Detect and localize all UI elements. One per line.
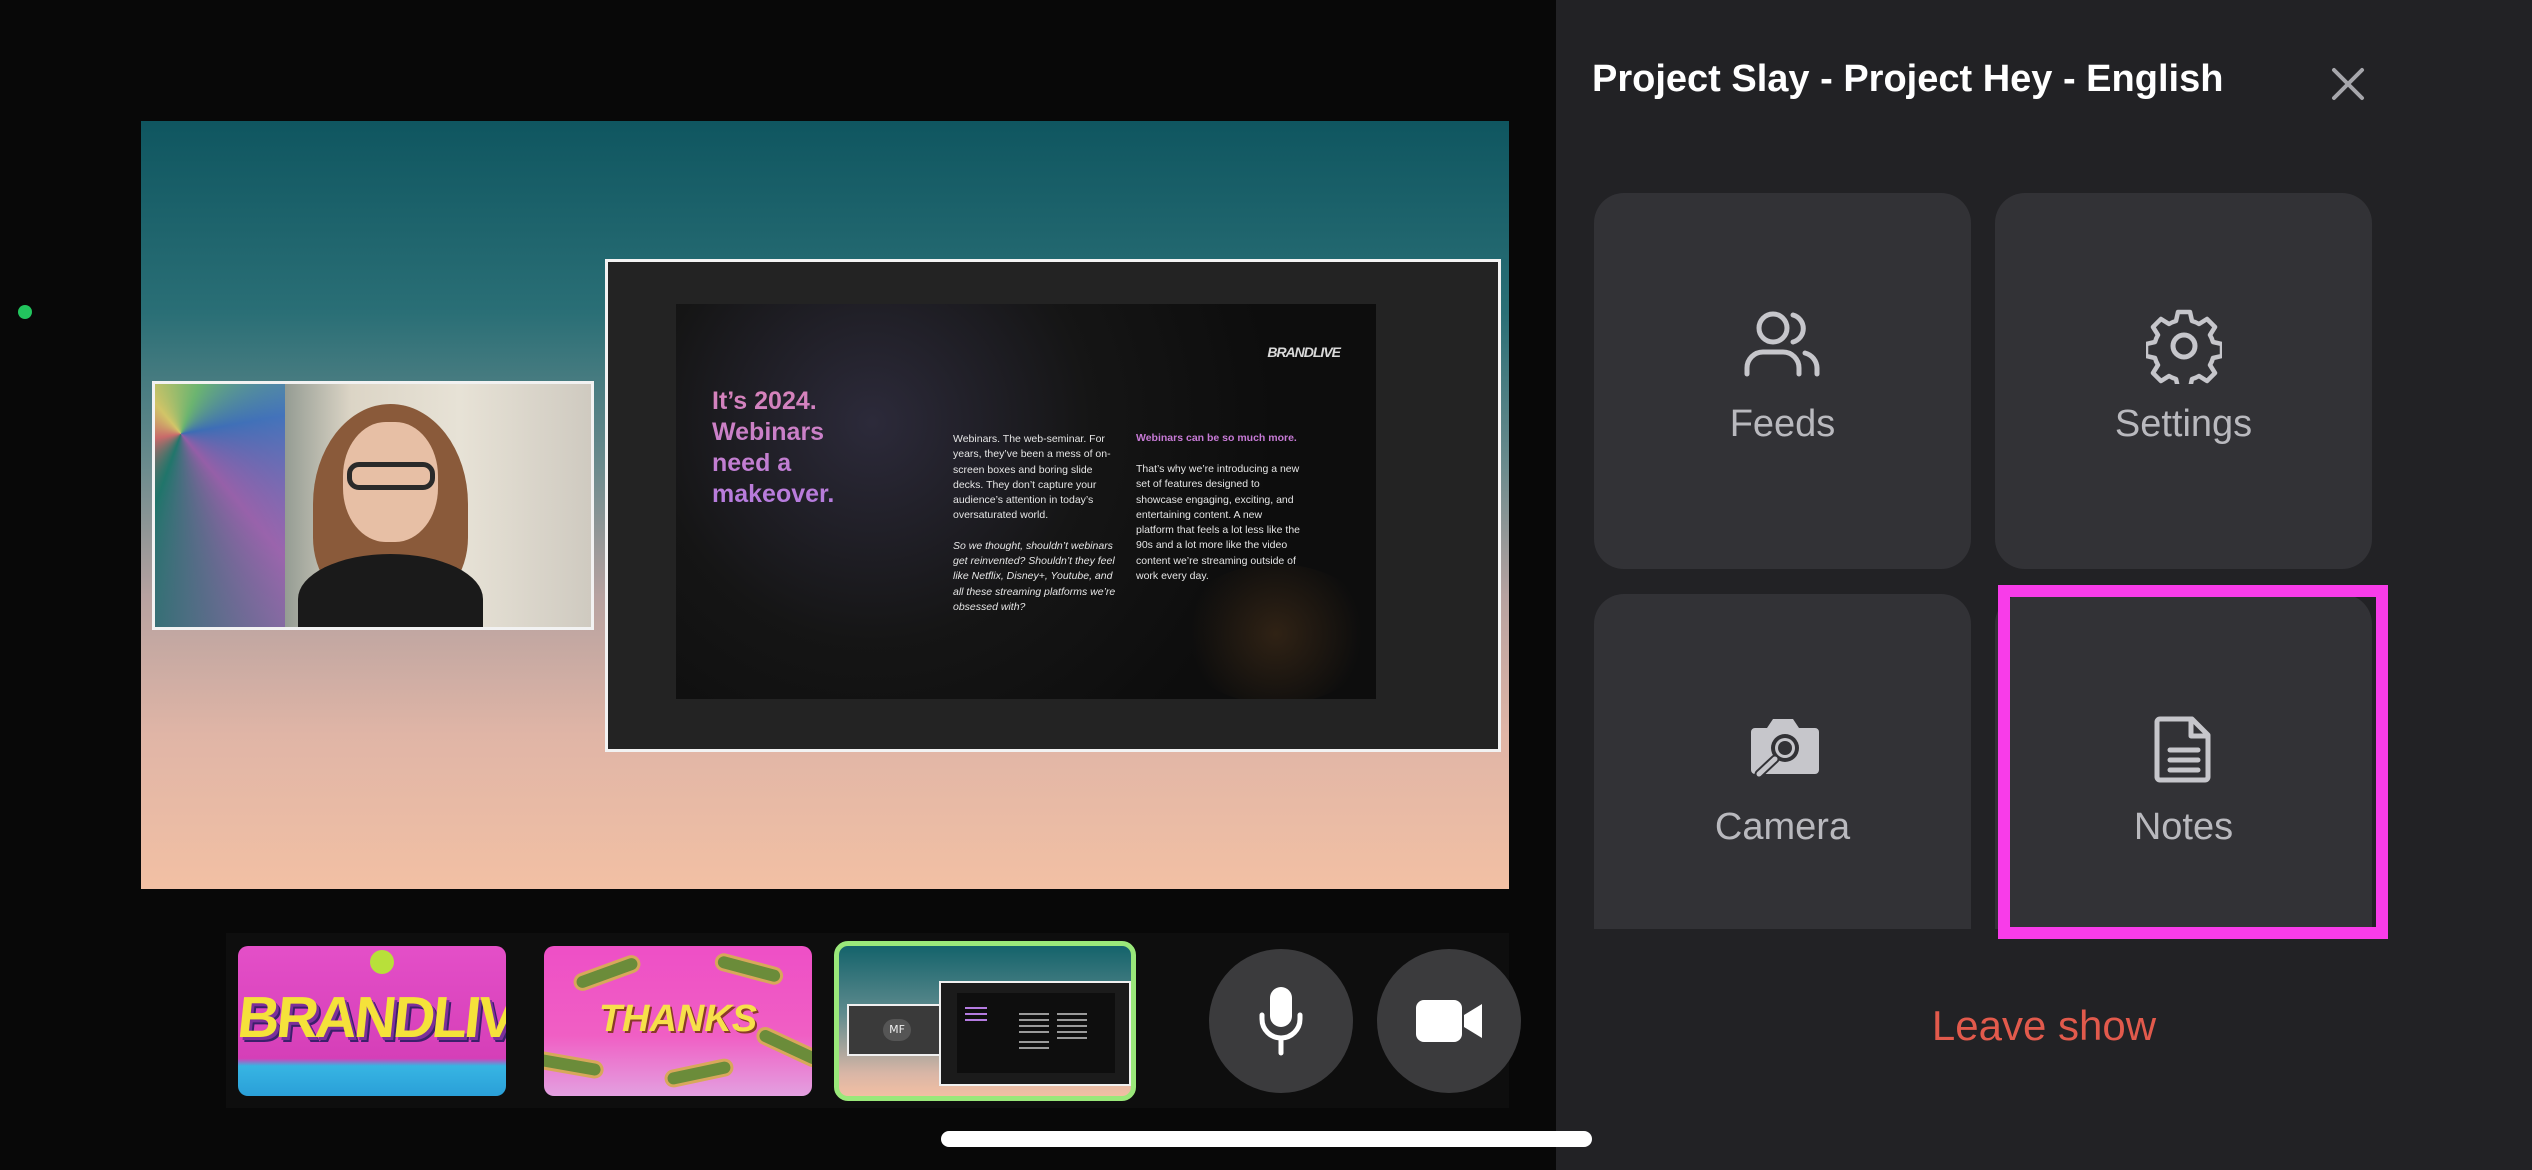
microphone-icon <box>1259 987 1303 1056</box>
slide-subheading: Webinars can be so much more. <box>1136 432 1297 444</box>
stage-preview: BRANDLIVE It’s 2024. Webinars need a mak… <box>141 121 1509 889</box>
tile-label: Settings <box>2114 403 2253 445</box>
avatar-initials: MF <box>883 1019 911 1041</box>
skateboard-icon <box>662 1056 736 1090</box>
camera-button[interactable]: Camera <box>1594 594 1971 929</box>
slide-headline: It’s 2024. Webinars need a makeover. <box>712 386 872 510</box>
close-button[interactable] <box>2326 62 2370 106</box>
app-root: BRANDLIVE It’s 2024. Webinars need a mak… <box>0 0 2532 1170</box>
skateboard-icon <box>712 951 786 987</box>
notes-button[interactable]: Notes <box>1995 594 2372 929</box>
leave-show-button[interactable]: Leave show <box>1556 1002 2532 1050</box>
slide-body-left: Webinars. The web-seminar. For years, th… <box>953 432 1118 630</box>
microphone-toggle-button[interactable] <box>1209 949 1353 1093</box>
camera-feed-tile[interactable] <box>152 381 594 630</box>
tile-label: Feeds <box>1729 403 1836 445</box>
tile-label: Notes <box>2133 806 2234 848</box>
slide-body-right: That’s why we’re introducing a new set o… <box>1136 463 1300 583</box>
scene-thumb-thanks[interactable]: THANKS <box>544 946 812 1096</box>
mini-slide-tile <box>939 981 1131 1086</box>
users-icon <box>1744 311 1819 377</box>
home-indicator[interactable] <box>941 1131 1592 1147</box>
panel-title: Project Slay - Project Hey - English <box>1592 58 2224 100</box>
shared-slide-tile[interactable]: BRANDLIVE It’s 2024. Webinars need a mak… <box>605 259 1501 752</box>
gear-icon <box>2145 309 2222 384</box>
slide-logo: BRANDLIVE <box>1267 344 1341 360</box>
feeds-button[interactable]: Feeds <box>1594 193 1971 569</box>
tile-label: Camera <box>1714 806 1851 848</box>
skateboard-icon <box>544 1050 606 1080</box>
video-camera-icon <box>1416 1000 1482 1042</box>
mini-camera-tile: MF <box>847 1004 945 1056</box>
skateboard-icon <box>571 952 643 994</box>
presenter-video <box>298 404 483 627</box>
show-menu-panel: Project Slay - Project Hey - English Fee… <box>1556 0 2532 1170</box>
presentation-slide: BRANDLIVE It’s 2024. Webinars need a mak… <box>676 304 1376 699</box>
scene-label: THANKS <box>598 998 758 1040</box>
wall-art <box>155 384 285 627</box>
slide-paragraph-1: Webinars. The web-seminar. For years, th… <box>953 433 1111 522</box>
mascot-icon <box>370 950 394 974</box>
video-toggle-button[interactable] <box>1377 949 1521 1093</box>
camera-icon <box>1750 719 1819 779</box>
scene-label: BRANDLIVE <box>238 985 506 1050</box>
scene-thumb-brandlive[interactable]: BRANDLIVE <box>238 946 506 1096</box>
document-icon <box>2154 716 2210 783</box>
scene-thumb-current-stage[interactable]: MF <box>834 941 1136 1101</box>
settings-button[interactable]: Settings <box>1995 193 2372 569</box>
close-icon <box>2332 68 2364 100</box>
live-status-dot <box>18 305 32 319</box>
stage-area: BRANDLIVE It’s 2024. Webinars need a mak… <box>0 0 1556 1170</box>
slide-paragraph-2: So we thought, shouldn’t webinars get re… <box>953 539 1116 613</box>
